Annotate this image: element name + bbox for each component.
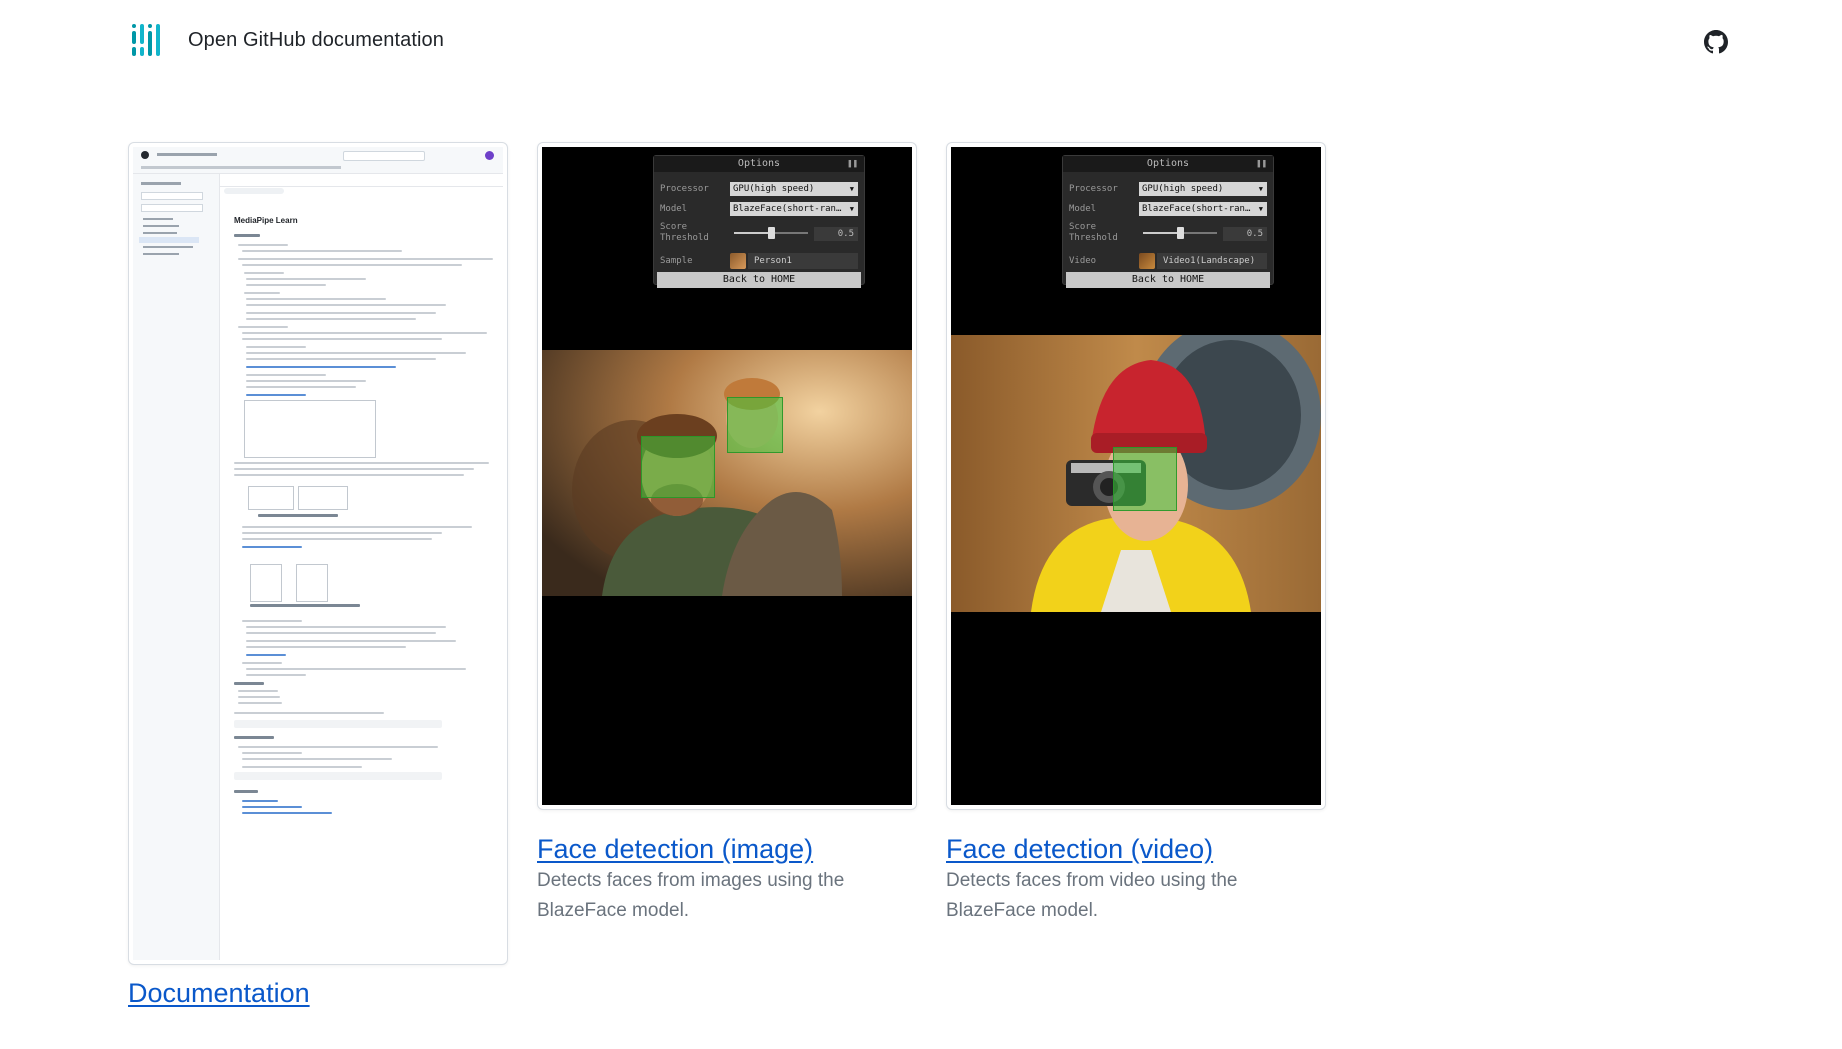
model-select[interactable]: BlazeFace(short-ran… ▼ — [1139, 202, 1267, 216]
processor-label: Processor — [1069, 184, 1118, 194]
face-detection-image-link[interactable]: Face detection (image) — [537, 834, 813, 865]
slider-handle[interactable] — [768, 227, 775, 239]
model-label: Model — [1069, 204, 1097, 214]
face-detection-video-card: Options ❚❚ Processor GPU(high speed) ▼ M… — [946, 142, 1326, 942]
slider-fill — [734, 232, 771, 234]
video-frame — [951, 335, 1321, 612]
video-thumbnail — [1139, 253, 1155, 269]
github-topbar — [133, 147, 503, 164]
options-title: Options — [737, 158, 781, 169]
score-threshold-label: Score Threshold — [660, 222, 709, 243]
face-detection-image-card: Options ❚❚ Processor GPU(high speed) ▼ M… — [537, 142, 917, 942]
documentation-thumbnail[interactable]: MediaPipe Learn — [128, 142, 508, 965]
face-detection-video-link[interactable]: Face detection (video) — [946, 834, 1213, 865]
chevron-down-icon: ▼ — [1258, 185, 1263, 193]
pause-icon[interactable]: ❚❚ — [847, 156, 858, 172]
pause-icon[interactable]: ❚❚ — [1256, 156, 1267, 172]
site-header: Open GitHub documentation — [0, 0, 1842, 84]
sample-label: Sample — [660, 256, 693, 266]
sample-photo — [542, 350, 912, 596]
site-title[interactable]: Open GitHub documentation — [188, 29, 444, 52]
options-panel: Options ❚❚ Processor GPU(high speed) ▼ M… — [653, 155, 865, 288]
score-threshold-slider[interactable] — [734, 227, 808, 239]
back-to-home-button[interactable]: Back to HOME — [657, 272, 861, 288]
model-select[interactable]: BlazeFace(short-ran… ▼ — [730, 202, 858, 216]
processor-value: GPU(high speed) — [733, 184, 815, 194]
face-detection-video-screenshot: Options ❚❚ Processor GPU(high speed) ▼ M… — [951, 147, 1321, 805]
options-title: Options — [1146, 158, 1190, 169]
documentation-screenshot: MediaPipe Learn — [133, 147, 503, 960]
github-icon[interactable] — [1704, 30, 1728, 54]
face-detection-image-screenshot: Options ❚❚ Processor GPU(high speed) ▼ M… — [542, 147, 912, 805]
chevron-down-icon: ▼ — [1258, 205, 1263, 213]
model-value: BlazeFace(short-ran… — [1142, 204, 1251, 214]
github-tabs — [133, 163, 503, 174]
face-detection-box — [727, 397, 783, 453]
documentation-link[interactable]: Documentation — [128, 978, 310, 1009]
options-panel: Options ❚❚ Processor GPU(high speed) ▼ M… — [1062, 155, 1274, 288]
father-child-photo — [542, 350, 912, 596]
processor-select[interactable]: GPU(high speed) ▼ — [730, 182, 858, 196]
sample-thumbnail — [730, 253, 746, 269]
readme-content: MediaPipe Learn — [220, 174, 503, 960]
processor-select[interactable]: GPU(high speed) ▼ — [1139, 182, 1267, 196]
file-tree — [133, 174, 220, 960]
video-label: Video — [1069, 256, 1097, 266]
face-detection-box — [1113, 447, 1177, 511]
options-title-bar[interactable]: Options ❚❚ — [1063, 156, 1273, 172]
score-threshold-value[interactable]: 0.5 — [814, 227, 858, 241]
back-to-home-button[interactable]: Back to HOME — [1066, 272, 1270, 288]
face-detection-image-thumbnail[interactable]: Options ❚❚ Processor GPU(high speed) ▼ M… — [537, 142, 917, 810]
video-select[interactable]: Video1(Landscape) — [1157, 253, 1267, 269]
score-threshold-value[interactable]: 0.5 — [1223, 227, 1267, 241]
score-threshold-label: Score Threshold — [1069, 222, 1118, 243]
mediapipe-logo-icon[interactable] — [131, 24, 164, 56]
options-title-bar[interactable]: Options ❚❚ — [654, 156, 864, 172]
processor-label: Processor — [660, 184, 709, 194]
model-value: BlazeFace(short-ran… — [733, 204, 842, 214]
model-label: Model — [660, 204, 688, 214]
sample-select[interactable]: Person1 — [748, 253, 858, 269]
face-detection-box — [641, 436, 715, 498]
face-detection-video-thumbnail[interactable]: Options ❚❚ Processor GPU(high speed) ▼ M… — [946, 142, 1326, 810]
face-detection-video-description: Detects faces from video using the Blaze… — [946, 870, 1238, 921]
slider-fill — [1143, 232, 1180, 234]
doc-page-title: MediaPipe Learn — [234, 216, 298, 225]
chevron-down-icon: ▼ — [849, 205, 854, 213]
slider-handle[interactable] — [1177, 227, 1184, 239]
score-threshold-slider[interactable] — [1143, 227, 1217, 239]
chevron-down-icon: ▼ — [849, 185, 854, 193]
documentation-card: MediaPipe Learn Documentation — [128, 142, 508, 1032]
processor-value: GPU(high speed) — [1142, 184, 1224, 194]
face-detection-image-description: Detects faces from images using the Blaz… — [537, 870, 845, 921]
